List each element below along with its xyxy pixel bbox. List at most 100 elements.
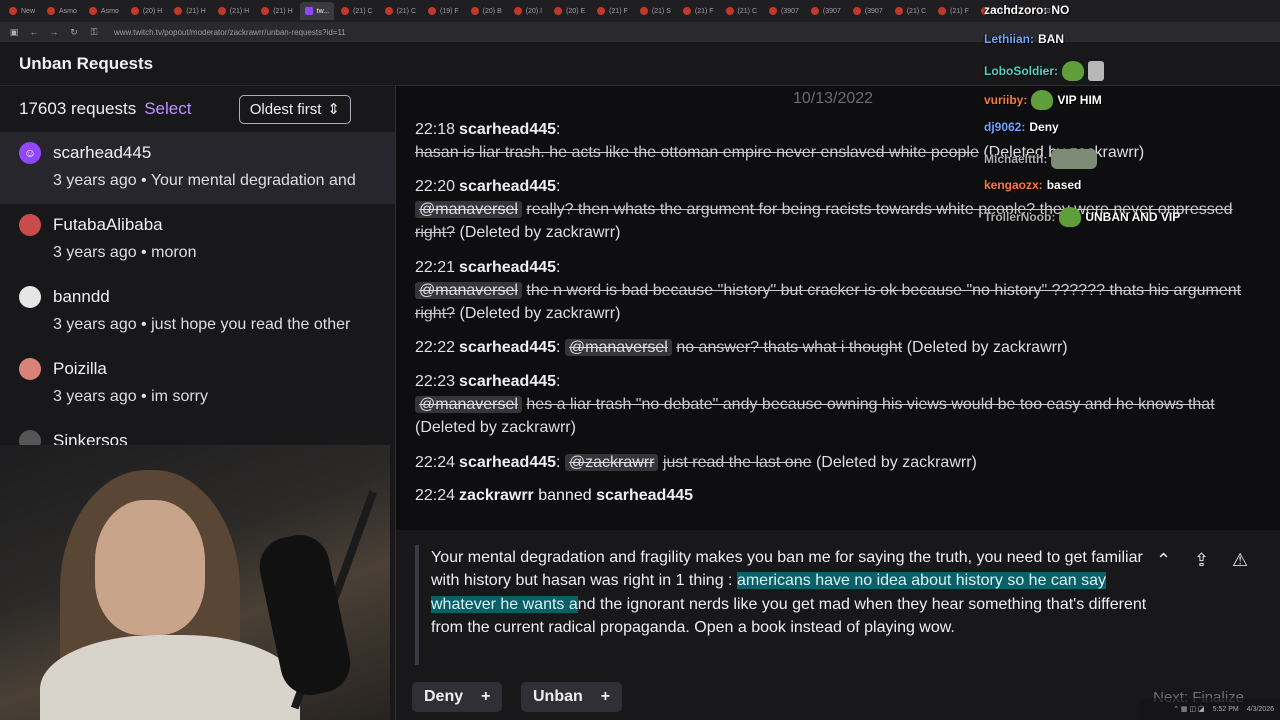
- message-time: 22:24: [415, 454, 456, 471]
- request-item[interactable]: Poizilla 3 years ago • im sorry: [0, 348, 395, 420]
- message-username[interactable]: scarhead445: [459, 121, 556, 138]
- browser-tab[interactable]: (20) I: [509, 2, 547, 20]
- tab-label: (21) C: [737, 7, 757, 15]
- message-text: no answer? thats what i thought: [676, 339, 903, 356]
- message-text: hasan is liar trash. he acts like the ot…: [415, 144, 979, 161]
- select-button[interactable]: Select: [144, 99, 191, 119]
- message-username[interactable]: scarhead445: [459, 454, 556, 471]
- unban-request-message: Your mental degradation and fragility ma…: [396, 530, 1280, 690]
- browser-tab[interactable]: (3907: [806, 2, 846, 20]
- deny-button[interactable]: Deny +: [412, 682, 503, 712]
- sidebar-toggle-icon[interactable]: ▣: [8, 27, 20, 38]
- message-mention[interactable]: @manaversel: [415, 282, 522, 299]
- overlay-chat-line: kengaozx: based: [984, 178, 1081, 192]
- overlay-chat-line: vuriiby: VIP HIM: [984, 90, 1102, 110]
- browser-tab[interactable]: New: [4, 2, 40, 20]
- browser-tab[interactable]: (20) B: [466, 2, 507, 20]
- browser-tab[interactable]: (21) H: [213, 2, 254, 20]
- share-icon[interactable]: ⇪: [1194, 550, 1209, 571]
- browser-tab[interactable]: (21) F: [592, 2, 633, 20]
- tab-favicon-icon: [597, 7, 606, 15]
- event-action: banned: [538, 487, 592, 504]
- banned-user-name[interactable]: scarhead445: [596, 487, 693, 504]
- browser-tab[interactable]: (21) F: [678, 2, 719, 20]
- tab-favicon-icon: [938, 7, 947, 15]
- tab-favicon-icon: [47, 7, 56, 15]
- browser-tab[interactable]: (21) S: [635, 2, 676, 20]
- deleted-note: (Deleted by zackrawrr): [415, 419, 576, 436]
- webcam-overlay: [0, 445, 390, 720]
- request-item[interactable]: ☺ scarhead445 3 years ago • Your mental …: [0, 132, 395, 204]
- tab-label: tw...: [316, 7, 330, 15]
- message-username[interactable]: scarhead445: [459, 373, 556, 390]
- sort-dropdown[interactable]: Oldest first ⇕: [238, 94, 351, 124]
- message-mention[interactable]: @manaversel: [415, 396, 522, 413]
- tab-label: (20) B: [482, 7, 502, 15]
- request-list-toolbar: 17603 requests Select Oldest first ⇕: [0, 86, 395, 132]
- request-age: 3 years ago: [53, 316, 137, 333]
- browser-tab[interactable]: tw...: [299, 2, 335, 20]
- browser-tab[interactable]: Asmo: [42, 2, 82, 20]
- overlay-username: dj9062:: [984, 120, 1026, 134]
- forward-icon[interactable]: →: [48, 27, 60, 37]
- user-avatar: [19, 286, 41, 308]
- browser-tab[interactable]: (20) E: [549, 2, 590, 20]
- browser-tab[interactable]: (3907: [848, 2, 888, 20]
- moderator-name[interactable]: zackrawrr: [459, 487, 534, 504]
- browser-tab[interactable]: (21) C: [721, 2, 762, 20]
- collapse-chevron-icon[interactable]: ⌃: [1156, 550, 1171, 571]
- message-username[interactable]: scarhead445: [459, 339, 556, 356]
- report-icon[interactable]: ⚠: [1232, 550, 1248, 571]
- browser-tab[interactable]: (20) H: [126, 2, 167, 20]
- clock-date: 4/3/2026: [1246, 705, 1274, 713]
- tab-label: (21) S: [651, 7, 671, 15]
- tab-favicon-icon: [725, 7, 734, 15]
- message-username[interactable]: scarhead445: [459, 178, 556, 195]
- browser-tab[interactable]: (21) H: [169, 2, 210, 20]
- browser-tab[interactable]: (19) F: [423, 2, 464, 20]
- browser-tab[interactable]: (21) C: [890, 2, 931, 20]
- request-age: 3 years ago: [53, 244, 137, 261]
- message-mention[interactable]: @manaversel: [564, 339, 672, 356]
- lock-icon: ⚿: [90, 26, 98, 37]
- message-mention[interactable]: @manaversel: [415, 201, 522, 218]
- tab-favicon-icon: [810, 7, 819, 15]
- overlay-username: Lethiian:: [984, 32, 1034, 46]
- user-avatar: [19, 358, 41, 380]
- message-time: 22:18: [415, 121, 456, 138]
- browser-tab[interactable]: (21) C: [336, 2, 377, 20]
- message-time: 22:21: [415, 259, 456, 276]
- browser-tab[interactable]: (21) F: [933, 2, 974, 20]
- message-username[interactable]: scarhead445: [459, 259, 556, 276]
- request-item[interactable]: banndd 3 years ago • just hope you read …: [0, 276, 395, 348]
- tab-favicon-icon: [428, 7, 436, 15]
- tab-label: (20) I: [525, 7, 543, 15]
- unban-button[interactable]: Unban +: [521, 682, 623, 712]
- overlay-chat-line: LoboSoldier:: [984, 61, 1108, 81]
- tab-label: (21) F: [694, 7, 714, 15]
- browser-tab[interactable]: (21) H: [256, 2, 297, 20]
- url-text[interactable]: www.twitch.tv/popout/moderator/zackrawrr…: [114, 28, 346, 37]
- emote-icon: [1051, 149, 1098, 169]
- browser-tab[interactable]: (21) C: [380, 2, 421, 20]
- tab-label: Asmo: [59, 7, 77, 15]
- message-mention[interactable]: @zackrawrr: [564, 454, 659, 471]
- request-item[interactable]: FutabaAlibaba 3 years ago • moron: [0, 204, 395, 276]
- tab-label: (20) E: [566, 7, 586, 15]
- deleted-note: (Deleted by zackrawrr): [906, 339, 1068, 356]
- reload-icon[interactable]: ↻: [68, 27, 80, 38]
- browser-tab[interactable]: (3907: [764, 2, 804, 20]
- tab-label: (3907: [864, 7, 883, 15]
- overlay-chat-line: Michaeltth:: [984, 149, 1101, 169]
- tab-label: (20) H: [142, 7, 163, 15]
- plus-icon: +: [600, 688, 611, 705]
- tab-label: New: [21, 7, 36, 15]
- tab-label: (21) F: [609, 7, 628, 15]
- message-text: hes a liar trash "no debate" andy becaus…: [526, 396, 1215, 413]
- overlay-message: Deny: [1029, 120, 1059, 134]
- tab-label: (19) F: [440, 7, 459, 15]
- back-icon[interactable]: ←: [28, 27, 40, 37]
- overlay-chat-line: zachdzoro: NO: [984, 3, 1069, 17]
- tab-label: (21) H: [229, 7, 250, 15]
- browser-tab[interactable]: Asmo: [84, 2, 124, 20]
